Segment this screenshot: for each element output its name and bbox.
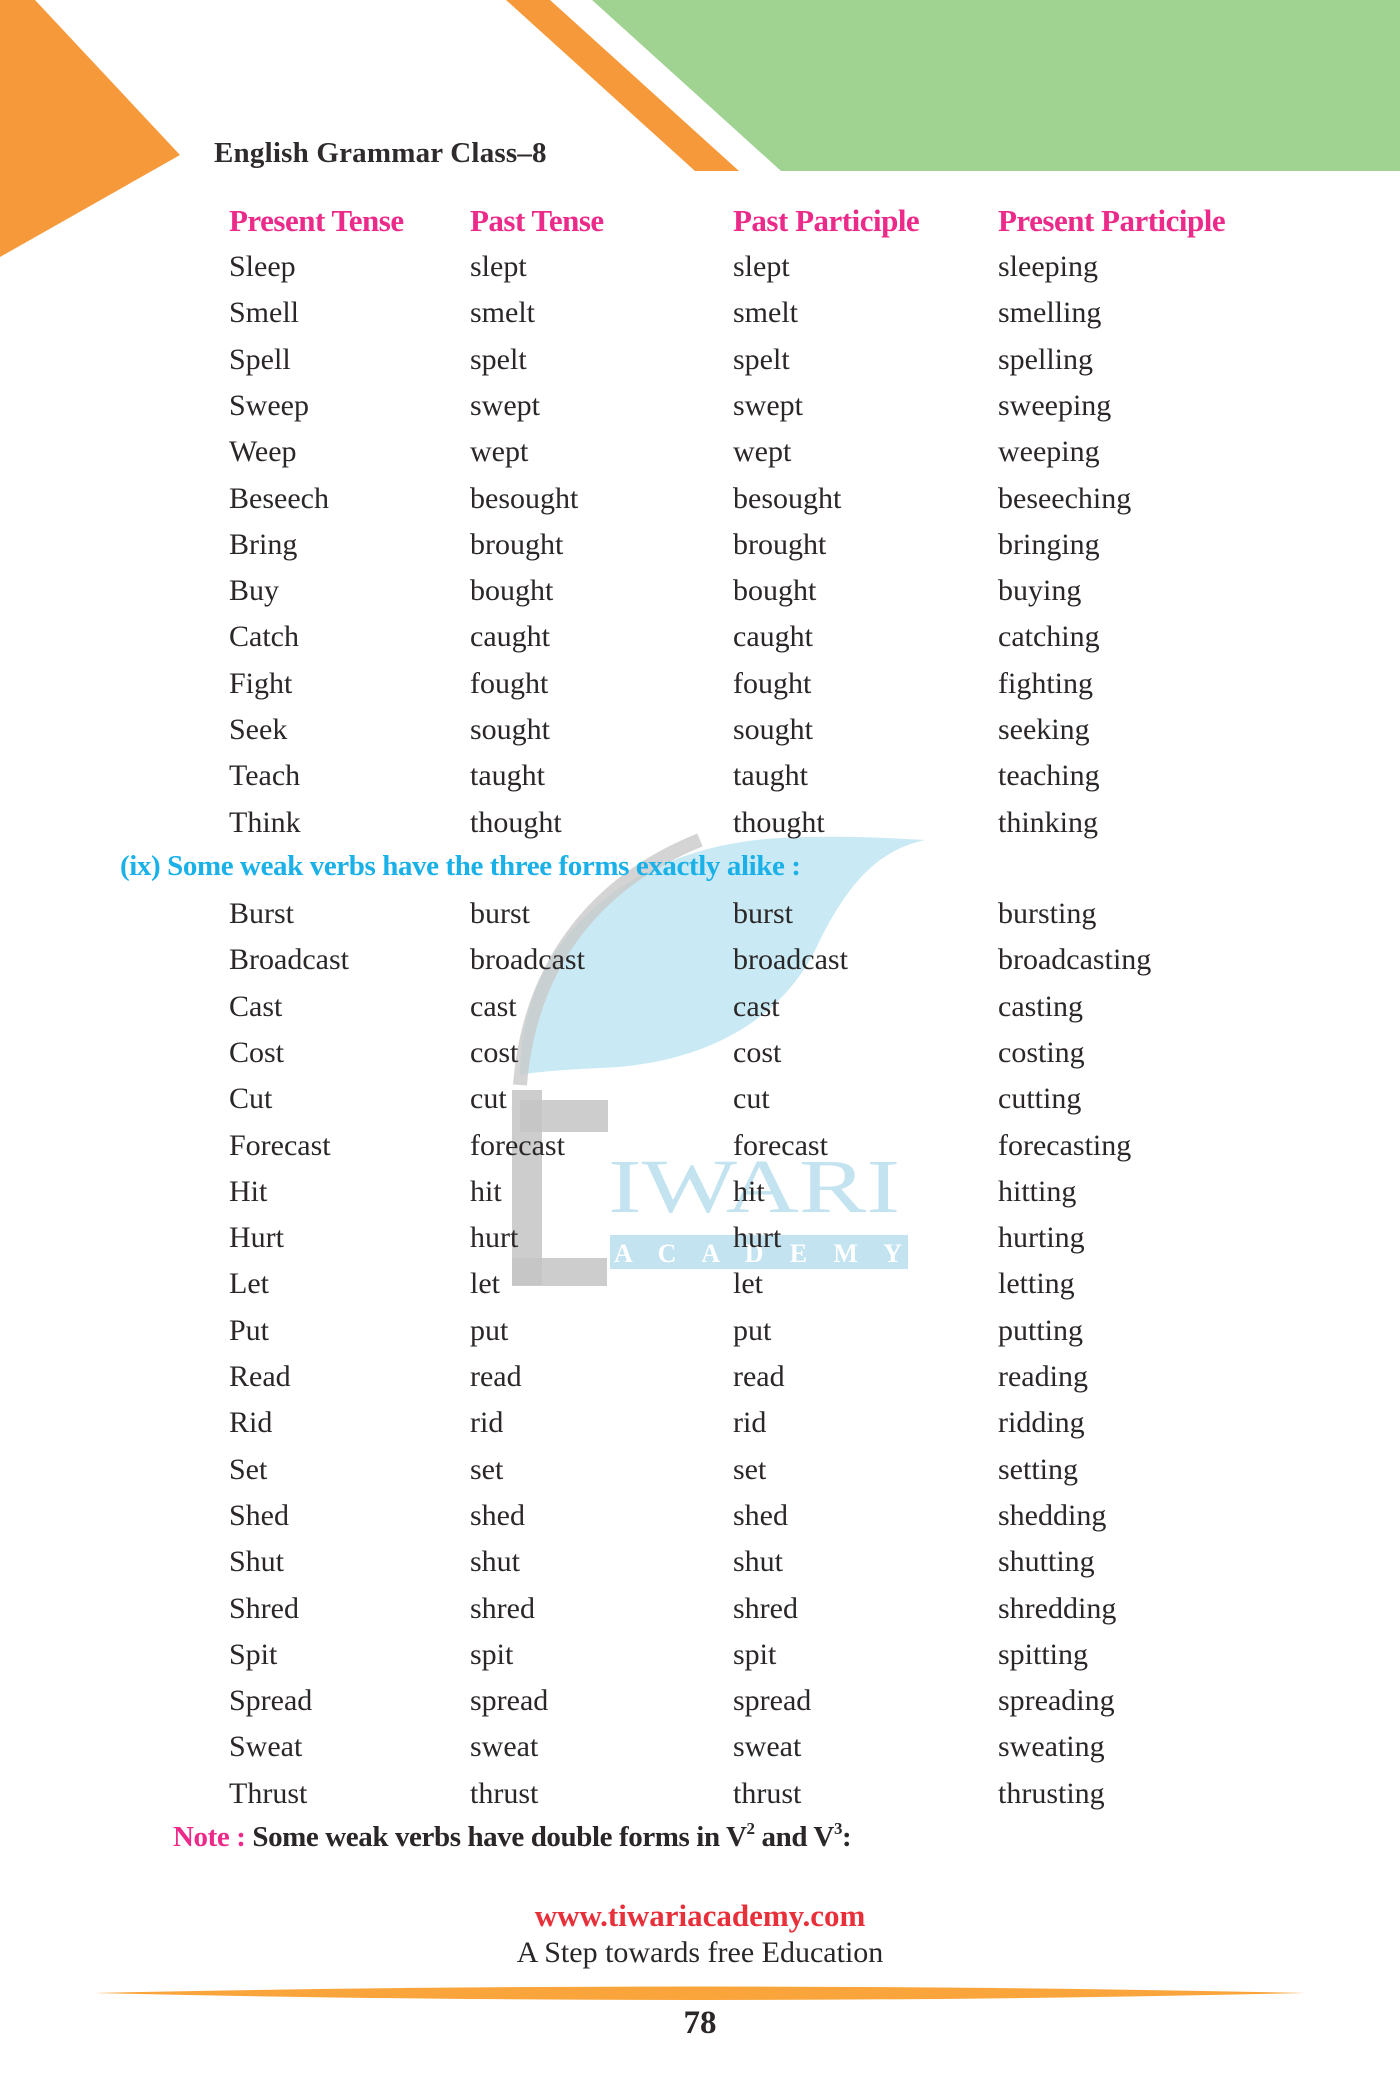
cell-past-tense: rid xyxy=(470,1406,504,1440)
cell-present-participle: bursting xyxy=(998,897,1097,930)
page-number: 78 xyxy=(683,2005,717,2041)
cell-past-tense: cost xyxy=(470,1035,519,1069)
superscript-2: 2 xyxy=(746,1819,756,1838)
cell-present-tense: Sweat xyxy=(229,1730,303,1764)
cell-present-tense: Broadcast xyxy=(229,943,349,977)
cell-present-participle: putting xyxy=(998,1313,1084,1347)
cell-past-participle: cost xyxy=(733,1035,782,1069)
cell-past-participle: put xyxy=(733,1313,772,1347)
cell-past-tense: broadcast xyxy=(470,943,585,977)
cell-present-tense: Read xyxy=(229,1360,291,1393)
cell-present-participle: shutting xyxy=(998,1545,1095,1579)
cell-past-participle: broadcast xyxy=(733,943,848,977)
cell-present-participle: sweating xyxy=(998,1730,1105,1764)
cell-present-participle: reading xyxy=(998,1360,1088,1393)
cell-past-tense: spit xyxy=(470,1637,514,1671)
cell-past-participle: burst xyxy=(733,897,793,930)
cell-present-tense: Thrust xyxy=(229,1776,308,1810)
cell-present-tense: Put xyxy=(229,1313,270,1347)
note-label: Note : xyxy=(173,1821,246,1853)
cell-past-participle: thrust xyxy=(733,1776,802,1810)
cell-past-participle: let xyxy=(733,1267,763,1301)
cell-present-participle: cutting xyxy=(998,1082,1082,1116)
cell-present-tense: Shed xyxy=(229,1498,289,1532)
cell-past-participle: set xyxy=(733,1452,767,1486)
cell-present-tense: Spit xyxy=(229,1637,278,1671)
cell-past-tense: shut xyxy=(470,1545,521,1579)
cell-present-participle: casting xyxy=(998,989,1083,1023)
cell-past-participle: shred xyxy=(733,1591,798,1625)
cell-present-tense: Set xyxy=(229,1452,268,1486)
cell-past-tense: cut xyxy=(470,1082,507,1116)
cell-past-tense: shed xyxy=(470,1498,525,1532)
cell-present-tense: Cost xyxy=(229,1035,285,1069)
cell-present-participle: thrusting xyxy=(998,1776,1105,1810)
cell-past-tense: hurt xyxy=(470,1221,519,1255)
cell-present-tense: Hurt xyxy=(229,1221,284,1255)
cell-present-participle: shedding xyxy=(998,1498,1107,1532)
cell-present-participle: spitting xyxy=(998,1637,1089,1671)
cell-past-tense: thrust xyxy=(470,1776,539,1810)
cell-past-tense: let xyxy=(470,1267,500,1301)
cell-present-participle: hurting xyxy=(998,1221,1085,1255)
cell-present-participle: broadcasting xyxy=(998,943,1152,977)
cell-past-participle: rid xyxy=(733,1406,767,1440)
cell-past-tense: forecast xyxy=(470,1128,565,1162)
cell-present-tense: Cut xyxy=(229,1082,273,1116)
cell-past-tense: spread xyxy=(470,1684,549,1718)
cell-present-tense: Cast xyxy=(229,989,283,1023)
cell-past-participle: hit xyxy=(733,1174,765,1208)
cell-past-tense: put xyxy=(470,1313,509,1347)
cell-present-participle: forecasting xyxy=(998,1128,1132,1162)
cell-past-tense: set xyxy=(470,1452,504,1486)
verb-table-section-2: Burst burst burst bursting Broadcast broadcas… xyxy=(0,0,1400,2100)
cell-present-tense: Hit xyxy=(229,1174,268,1208)
cell-past-tense: shred xyxy=(470,1591,535,1625)
note-line: Note : Some weak verbs have double forms… xyxy=(173,1819,852,1854)
cell-present-participle: shredding xyxy=(998,1591,1117,1625)
note-text: Some weak verbs have double forms in V xyxy=(252,1821,747,1853)
cell-present-participle: ridding xyxy=(998,1406,1085,1440)
cell-past-participle: forecast xyxy=(733,1128,828,1162)
cell-present-tense: Shred xyxy=(229,1591,299,1625)
cell-present-participle: costing xyxy=(998,1035,1085,1069)
cell-present-tense: Shut xyxy=(229,1545,285,1579)
cell-present-participle: spreading xyxy=(998,1684,1115,1718)
cell-past-tense: hit xyxy=(470,1174,502,1208)
note-and: and V xyxy=(754,1821,835,1853)
cell-past-tense: burst xyxy=(470,897,530,930)
note-end: : xyxy=(842,1821,852,1853)
cell-present-tense: Burst xyxy=(229,897,295,930)
superscript-3: 3 xyxy=(833,1819,843,1838)
cell-past-participle: spit xyxy=(733,1637,777,1671)
cell-past-participle: spread xyxy=(733,1684,812,1718)
cell-past-tense: cast xyxy=(470,989,517,1023)
cell-past-participle: cut xyxy=(733,1082,770,1116)
footer-website-link[interactable]: www.tiwariacademy.com xyxy=(0,1898,1400,1934)
cell-present-participle: letting xyxy=(998,1267,1075,1301)
cell-past-tense: sweat xyxy=(470,1730,539,1764)
cell-present-participle: setting xyxy=(998,1452,1078,1486)
cell-past-participle: hurt xyxy=(733,1221,782,1255)
cell-present-tense: Rid xyxy=(229,1406,273,1440)
cell-past-participle: sweat xyxy=(733,1730,802,1764)
cell-past-participle: cast xyxy=(733,989,780,1023)
cell-past-participle: read xyxy=(733,1360,785,1393)
cell-present-tense: Let xyxy=(229,1267,269,1301)
cell-past-tense: read xyxy=(470,1360,522,1393)
cell-present-tense: Spread xyxy=(229,1684,313,1718)
cell-present-tense: Forecast xyxy=(229,1128,331,1162)
footer-tagline: A Step towards free Education xyxy=(516,1936,884,1969)
cell-past-participle: shut xyxy=(733,1545,784,1579)
cell-present-participle: hitting xyxy=(998,1174,1077,1208)
cell-past-participle: shed xyxy=(733,1498,788,1532)
